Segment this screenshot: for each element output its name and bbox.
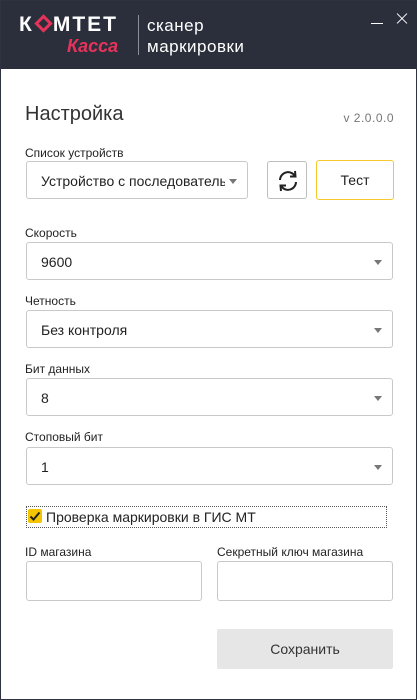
stopbits-select[interactable]: 1 [26, 447, 393, 485]
devices-select-value: Устройство с последовательным портом [41, 173, 225, 189]
refresh-icon [279, 170, 297, 192]
tagline-line-1: сканер [147, 16, 205, 35]
title-bar: К МТЕТ Касса сканер маркировки [1, 1, 417, 69]
page-title: Настройка [25, 103, 124, 125]
speed-label: Скорость [25, 226, 77, 240]
databits-select-value: 8 [41, 390, 49, 406]
databits-label: Бит данных [25, 362, 90, 376]
devices-select[interactable]: Устройство с последовательным портом [26, 161, 248, 199]
logo: К МТЕТ [19, 14, 118, 36]
chevron-down-icon [374, 328, 382, 333]
close-icon[interactable] [394, 11, 410, 27]
gis-check-row[interactable]: Проверка маркировки в ГИС МТ [26, 506, 387, 528]
parity-select[interactable]: Без контроля [26, 310, 393, 348]
save-button[interactable]: Сохранить [217, 629, 393, 669]
stopbits-select-value: 1 [41, 459, 49, 475]
secret-key-label: Секретный ключ магазина [217, 545, 364, 559]
logo-text-left: К [19, 13, 34, 36]
store-id-label: ID магазина [25, 545, 92, 559]
test-button[interactable]: Тест [316, 160, 394, 200]
store-id-input[interactable] [26, 561, 202, 601]
gis-check-label: Проверка маркировки в ГИС МТ [46, 509, 256, 525]
databits-select[interactable]: 8 [26, 378, 393, 416]
speed-select[interactable]: 9600 [26, 242, 393, 280]
parity-select-value: Без контроля [41, 322, 128, 338]
stopbits-label: Стоповый бит [25, 430, 103, 444]
app-tagline: сканер маркировки [147, 16, 244, 58]
logo-divider [138, 15, 139, 55]
speed-select-value: 9600 [41, 254, 73, 270]
refresh-button[interactable] [267, 161, 307, 199]
devices-label: Список устройств [25, 146, 124, 160]
chevron-down-icon [374, 465, 382, 470]
parity-label: Четность [25, 294, 76, 308]
tagline-line-2: маркировки [147, 37, 245, 56]
logo-text-right: МТЕТ [52, 13, 118, 36]
checkmark-icon [29, 511, 41, 521]
chevron-down-icon [374, 396, 382, 401]
secret-key-input[interactable] [217, 561, 393, 601]
version-label: v 2.0.0.0 [343, 111, 394, 125]
minimize-icon[interactable] [371, 15, 383, 25]
chevron-down-icon [229, 179, 237, 184]
chevron-down-icon [374, 260, 382, 265]
logo-diamond-icon [34, 14, 53, 33]
logo-subtitle: Касса [67, 36, 119, 56]
gis-checkbox[interactable] [28, 509, 42, 523]
